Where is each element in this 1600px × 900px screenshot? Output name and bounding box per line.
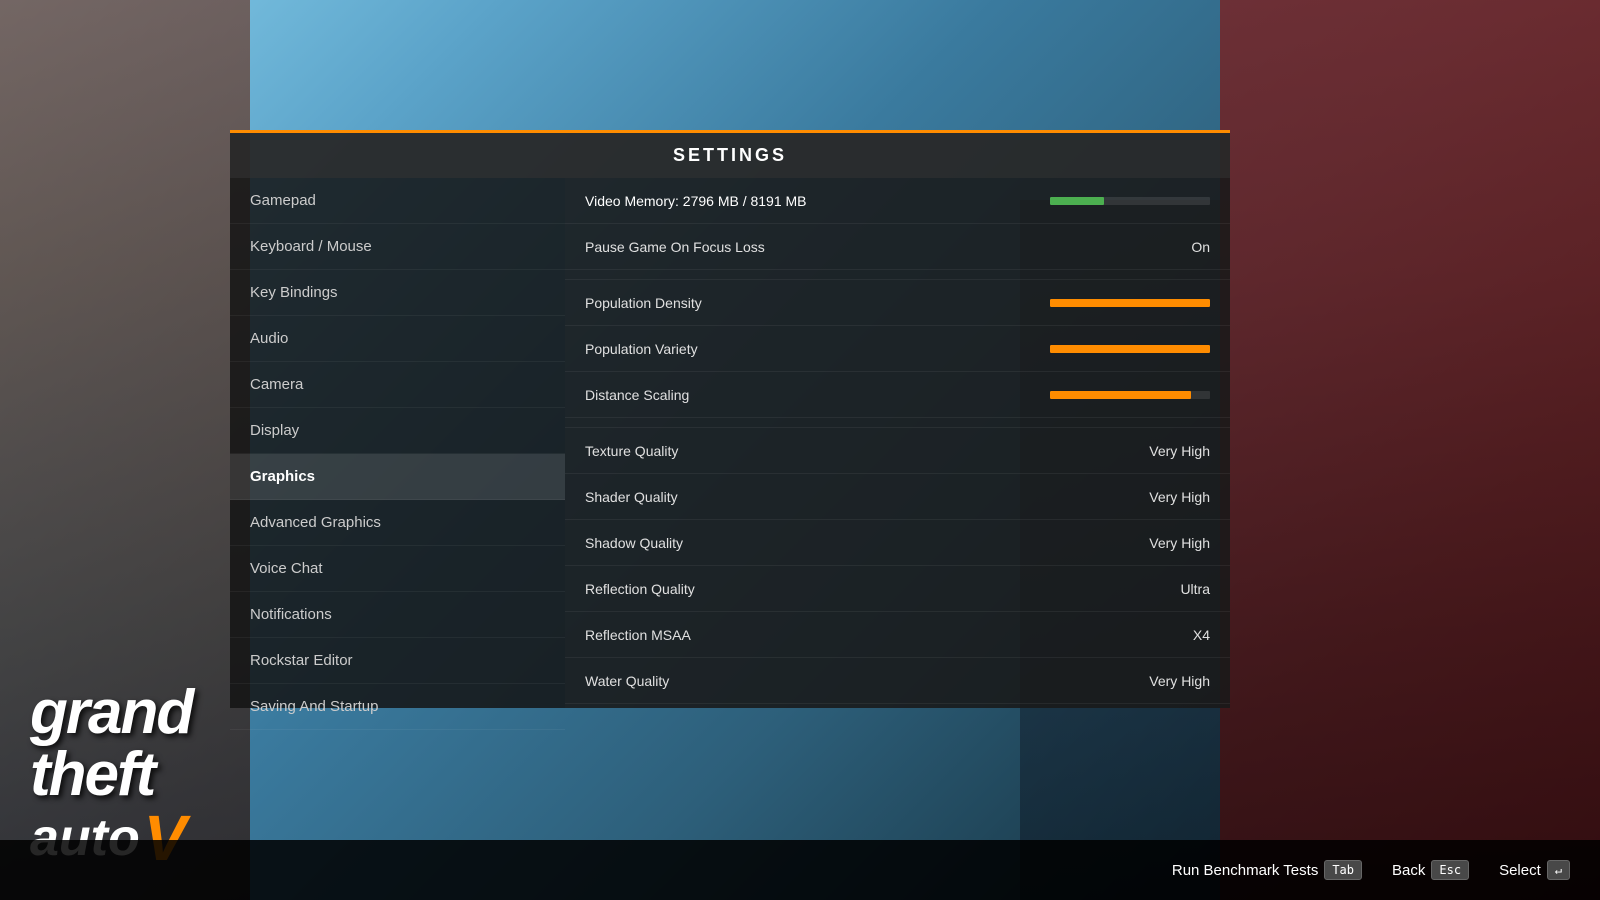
- setting-row-population-density[interactable]: Population Density: [565, 280, 1230, 326]
- back-label: Back: [1392, 862, 1425, 879]
- distance-scaling-bar-fill: [1050, 391, 1191, 399]
- gta-logo-line2: theft: [30, 744, 192, 806]
- setting-row-reflection-msaa[interactable]: Reflection MSAA X4: [565, 612, 1230, 658]
- benchmark-key: Tab: [1324, 860, 1362, 880]
- bottom-bar: Run Benchmark Tests Tab Back Esc Select …: [0, 840, 1600, 900]
- setting-row-gap2: [565, 418, 1230, 428]
- setting-row-shader-quality[interactable]: Shader Quality Very High: [565, 474, 1230, 520]
- settings-title: SETTINGS: [673, 145, 787, 165]
- bg-container-right: [1220, 0, 1600, 900]
- back-key: Esc: [1431, 860, 1469, 880]
- sidebar-item-audio[interactable]: Audio: [230, 316, 565, 362]
- shader-quality-value: Very High: [1110, 489, 1210, 505]
- sidebar-item-gamepad[interactable]: Gamepad: [230, 178, 565, 224]
- pause-game-value: On: [1110, 239, 1210, 255]
- reflection-quality-value: Ultra: [1110, 581, 1210, 597]
- gta-logo-line1: grand: [30, 682, 192, 744]
- sidebar-item-key-bindings[interactable]: Key Bindings: [230, 270, 565, 316]
- settings-title-bar: SETTINGS: [230, 130, 1230, 178]
- setting-row-video-memory[interactable]: Video Memory: 2796 MB / 8191 MB: [565, 178, 1230, 224]
- distance-scaling-bar: [1050, 391, 1210, 399]
- setting-row-pause-game[interactable]: Pause Game On Focus Loss On: [565, 224, 1230, 270]
- shadow-quality-value: Very High: [1110, 535, 1210, 551]
- sidebar-item-keyboard-mouse[interactable]: Keyboard / Mouse: [230, 224, 565, 270]
- benchmark-button[interactable]: Run Benchmark Tests Tab: [1172, 860, 1362, 880]
- back-button[interactable]: Back Esc: [1392, 860, 1469, 880]
- setting-row-population-variety[interactable]: Population Variety: [565, 326, 1230, 372]
- setting-row-reflection-quality[interactable]: Reflection Quality Ultra: [565, 566, 1230, 612]
- select-key: ↵: [1547, 860, 1570, 880]
- video-memory-label: Video Memory: 2796 MB / 8191 MB: [585, 193, 1050, 209]
- select-button[interactable]: Select ↵: [1499, 860, 1570, 880]
- reflection-msaa-value: X4: [1110, 627, 1210, 643]
- setting-row-distance-scaling[interactable]: Distance Scaling: [565, 372, 1230, 418]
- population-variety-bar-fill: [1050, 345, 1210, 353]
- setting-row-water-quality[interactable]: Water Quality Very High: [565, 658, 1230, 704]
- setting-row-shadow-quality[interactable]: Shadow Quality Very High: [565, 520, 1230, 566]
- shader-quality-label: Shader Quality: [585, 489, 1110, 505]
- distance-scaling-label: Distance Scaling: [585, 387, 1050, 403]
- sidebar-item-saving-and-startup[interactable]: Saving And Startup: [230, 684, 565, 730]
- reflection-quality-label: Reflection Quality: [585, 581, 1110, 597]
- water-quality-label: Water Quality: [585, 673, 1110, 689]
- water-quality-value: Very High: [1110, 673, 1210, 689]
- texture-quality-value: Very High: [1110, 443, 1210, 459]
- sidebar-item-display[interactable]: Display: [230, 408, 565, 454]
- sidebar-item-notifications[interactable]: Notifications: [230, 592, 565, 638]
- sidebar-item-advanced-graphics[interactable]: Advanced Graphics: [230, 500, 565, 546]
- settings-nav: Gamepad Keyboard / Mouse Key Bindings Au…: [230, 178, 565, 708]
- sidebar-item-camera[interactable]: Camera: [230, 362, 565, 408]
- population-density-bar-fill: [1050, 299, 1210, 307]
- sidebar-item-graphics[interactable]: Graphics: [230, 454, 565, 500]
- population-variety-label: Population Variety: [585, 341, 1050, 357]
- setting-row-gap1: [565, 270, 1230, 280]
- settings-panel: SETTINGS Gamepad Keyboard / Mouse Key Bi…: [230, 130, 1230, 710]
- sidebar-item-rockstar-editor[interactable]: Rockstar Editor: [230, 638, 565, 684]
- population-variety-bar: [1050, 345, 1210, 353]
- setting-row-texture-quality[interactable]: Texture Quality Very High: [565, 428, 1230, 474]
- population-density-bar: [1050, 299, 1210, 307]
- select-label: Select: [1499, 862, 1541, 879]
- pause-game-label: Pause Game On Focus Loss: [585, 239, 1110, 255]
- reflection-msaa-label: Reflection MSAA: [585, 627, 1110, 643]
- benchmark-label: Run Benchmark Tests: [1172, 862, 1318, 879]
- shadow-quality-label: Shadow Quality: [585, 535, 1110, 551]
- texture-quality-label: Texture Quality: [585, 443, 1110, 459]
- settings-body: Gamepad Keyboard / Mouse Key Bindings Au…: [230, 178, 1230, 708]
- population-density-label: Population Density: [585, 295, 1050, 311]
- video-memory-bar-fill: [1050, 197, 1104, 205]
- video-memory-bar: [1050, 197, 1210, 205]
- setting-row-particles-quality[interactable]: Particles Quality Very High: [565, 704, 1230, 708]
- sidebar-item-voice-chat[interactable]: Voice Chat: [230, 546, 565, 592]
- settings-content: Video Memory: 2796 MB / 8191 MB Pause Ga…: [565, 178, 1230, 708]
